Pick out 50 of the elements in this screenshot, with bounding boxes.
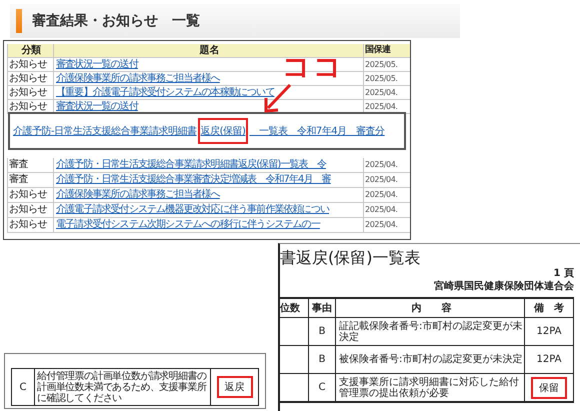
date-cell: 2025/04. xyxy=(363,203,409,217)
content-cell: 支援事業所に請求明細書に対応した給付管理票の提出依頼が必要 xyxy=(336,374,525,401)
date-cell: 2025/04. xyxy=(363,218,409,232)
notice-link[interactable]: 電子請求受付システム次期システムへの移行に伴うシステムの一 xyxy=(56,219,320,230)
notice-link[interactable]: 介護電子請求受付システム機器更改対応に伴う事前作業依頼につい xyxy=(56,204,330,215)
date-cell: 2025/04. xyxy=(363,173,409,187)
column-header: 備 考 xyxy=(525,299,574,317)
reason-code: C xyxy=(309,374,336,401)
reason-code: B xyxy=(309,318,336,345)
category-cell: お知らせ xyxy=(7,58,53,71)
notice-link[interactable]: 介護予防・日常生活支援総合事業請求明細書返戻(保留)一覧表 令 xyxy=(56,159,326,170)
remark-cell-text: 12PA xyxy=(536,353,562,367)
column-header: 題名 xyxy=(53,44,363,57)
notice-link[interactable]: 審査状況一覧の送付 xyxy=(56,101,138,112)
date-cell: 2025/04. xyxy=(363,188,409,202)
column-header: 内 容 xyxy=(336,299,525,317)
date-cell: 2025/04. xyxy=(363,158,409,172)
remark-cell: 保留 xyxy=(531,376,567,398)
page-title: 審査結果・お知らせ 一覧 xyxy=(32,12,200,30)
notice-link[interactable]: 審査状況一覧の送付 xyxy=(56,59,138,70)
category-cell: お知らせ xyxy=(7,188,53,202)
page-number: 1 頁 xyxy=(552,268,574,280)
accent-bar xyxy=(16,9,22,33)
notice-link[interactable]: 介護予防・日常生活支援総合事業審査決定増減表 令和7年4月 審 xyxy=(56,174,331,185)
content-cell: 被保険者番号:市町村の認定変更が未決定 xyxy=(336,346,525,373)
reason-code: B xyxy=(309,346,336,373)
column-header: 国保連 xyxy=(363,44,409,57)
remark-cell-text: 12PA xyxy=(536,325,562,339)
category-cell: お知らせ xyxy=(7,72,53,85)
category-cell: お知らせ xyxy=(7,203,53,217)
report-link[interactable]: 介護予防‐日常生活支援総合事業請求明細書 返戻(保留) 一覧表 令和7年4月 審査分 xyxy=(13,118,385,144)
notice-link[interactable]: 介護保険事業所の請求事務ご担当者様へ xyxy=(56,189,220,200)
category-cell: お知らせ xyxy=(7,218,53,232)
content-cell: 給付管理票の計画単位数が請求明細書の計画単位数未満であるため、支援事業所に確認してください xyxy=(35,369,211,405)
notice-link[interactable]: 【重要】介護電子請求受付システムの本稼動について xyxy=(56,87,274,98)
date-cell: 2025/05. xyxy=(363,72,409,85)
column-header: 事由 xyxy=(309,299,336,317)
date-cell: 2025/05. xyxy=(363,58,409,71)
category-cell: 審査 xyxy=(7,158,53,172)
category-cell: 審査 xyxy=(7,173,53,187)
reason-code: C xyxy=(11,369,35,405)
date-cell: 2025/04. xyxy=(363,86,409,99)
report-title: 書返戻(保留)一覧表 xyxy=(280,248,422,268)
remark-cell: 返戻 xyxy=(216,376,252,398)
issuer-name: 宮崎県国民健康保険団体連合会 xyxy=(433,281,574,293)
column-header: 位数 xyxy=(280,299,309,317)
column-header: 分類 xyxy=(7,44,53,57)
category-cell: お知らせ xyxy=(7,86,53,99)
notice-link[interactable]: 介護保険事業所の請求事務ご担当者様へ xyxy=(56,73,220,84)
content-cell: 証記載保険者番号:市町村の認定変更が未決定 xyxy=(336,318,525,345)
